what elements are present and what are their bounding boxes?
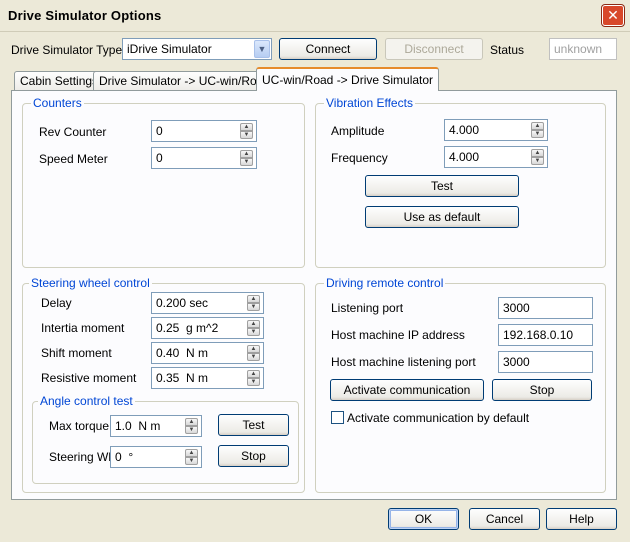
steering-wheel-spinner[interactable]: ▲ ▼ <box>185 449 198 465</box>
speed-meter-spinner[interactable]: ▲ ▼ <box>240 150 253 166</box>
simulator-type-select[interactable]: iDrive Simulator ▼ <box>122 38 272 60</box>
inertia-value: 0.25 g m^2 <box>156 321 219 335</box>
window-title: Drive Simulator Options <box>8 8 162 23</box>
resistive-moment-spinner[interactable]: ▲ ▼ <box>247 370 260 386</box>
steering-wheel-value: 0 ° <box>115 450 134 464</box>
activate-by-default-label: Activate communication by default <box>347 411 530 425</box>
counters-title: Counters <box>31 96 84 110</box>
remote-stop-button[interactable]: Stop <box>492 379 592 401</box>
spin-up-icon: ▲ <box>247 295 260 303</box>
amplitude-spinner[interactable]: ▲ ▼ <box>531 122 544 138</box>
max-torque-value: 1.0 N m <box>115 419 161 433</box>
angle-test-button[interactable]: Test <box>218 414 289 436</box>
steering-wheel-input[interactable]: 0 ° ▲ ▼ <box>110 446 202 468</box>
spin-down-icon: ▼ <box>247 353 260 361</box>
spin-up-icon: ▲ <box>185 418 198 426</box>
delay-value: 0.200 sec <box>156 296 209 310</box>
spin-down-icon: ▼ <box>247 303 260 311</box>
resistive-moment-label: Resistive moment <box>41 371 137 385</box>
tab-ucwin-to-simulator[interactable]: UC-win/Road -> Drive Simulator <box>256 67 440 91</box>
host-ip-input[interactable]: 192.168.0.10 <box>498 324 593 346</box>
spin-up-icon: ▲ <box>531 149 544 157</box>
vibration-test-button[interactable]: Test <box>365 175 519 197</box>
spin-up-icon: ▲ <box>247 320 260 328</box>
remote-control-title: Driving remote control <box>324 276 446 290</box>
rev-counter-label: Rev Counter <box>39 125 107 139</box>
rev-counter-input[interactable]: 0 ▲ ▼ <box>151 120 257 142</box>
spin-down-icon: ▼ <box>247 378 260 386</box>
shift-moment-input[interactable]: 0.40 N m ▲ ▼ <box>151 342 264 364</box>
host-port-input[interactable]: 3000 <box>498 351 593 373</box>
spin-up-icon: ▲ <box>185 449 198 457</box>
tab-simulator-to-ucwin[interactable]: Drive Simulator -> UC-win/Road <box>93 71 277 92</box>
help-button[interactable]: Help <box>546 508 617 530</box>
max-torque-label: Max torque <box>49 419 110 433</box>
vibration-title: Vibration Effects <box>324 96 415 110</box>
spin-up-icon: ▲ <box>240 123 253 131</box>
spin-down-icon: ▼ <box>247 328 260 336</box>
steering-wheel-label: Steering Whe <box>49 450 111 464</box>
tab-cabin-settings[interactable]: Cabin Settings <box>14 71 105 92</box>
simulator-type-label: Drive Simulator Type <box>11 43 123 57</box>
spin-up-icon: ▲ <box>247 370 260 378</box>
steering-title: Steering wheel control <box>29 276 152 290</box>
amplitude-label: Amplitude <box>331 124 385 138</box>
delay-label: Delay <box>41 296 72 310</box>
speed-meter-value: 0 <box>156 151 163 165</box>
delay-spinner[interactable]: ▲ ▼ <box>247 295 260 311</box>
amplitude-value: 4.000 <box>449 123 480 137</box>
frequency-label: Frequency <box>331 151 388 165</box>
spin-down-icon: ▼ <box>240 158 253 166</box>
resistive-moment-value: 0.35 N m <box>156 371 209 385</box>
inertia-label: Intertia moment <box>41 321 125 335</box>
inertia-input[interactable]: 0.25 g m^2 ▲ ▼ <box>151 317 264 339</box>
frequency-spinner[interactable]: ▲ ▼ <box>531 149 544 165</box>
rev-counter-value: 0 <box>156 124 163 138</box>
shift-moment-label: Shift moment <box>41 346 112 360</box>
close-icon: ✕ <box>607 7 619 23</box>
rev-counter-spinner[interactable]: ▲ ▼ <box>240 123 253 139</box>
connect-button[interactable]: Connect <box>279 38 377 60</box>
disconnect-button[interactable]: Disconnect <box>385 38 483 60</box>
frequency-input[interactable]: 4.000 ▲ ▼ <box>444 146 548 168</box>
angle-control-title: Angle control test <box>38 394 135 408</box>
ok-button[interactable]: OK <box>388 508 459 530</box>
spin-up-icon: ▲ <box>240 150 253 158</box>
amplitude-input[interactable]: 4.000 ▲ ▼ <box>444 119 548 141</box>
status-field: unknown <box>549 38 617 60</box>
host-ip-label: Host machine IP address <box>331 328 465 342</box>
chevron-down-icon[interactable]: ▼ <box>254 40 270 58</box>
spin-down-icon: ▼ <box>240 131 253 139</box>
status-label: Status <box>490 43 525 57</box>
frequency-value: 4.000 <box>449 150 480 164</box>
spin-down-icon: ▼ <box>185 426 198 434</box>
host-port-label: Host machine listening port <box>331 355 476 369</box>
spin-up-icon: ▲ <box>531 122 544 130</box>
close-button[interactable]: ✕ <box>602 5 624 26</box>
spin-down-icon: ▼ <box>531 130 544 138</box>
listening-port-input[interactable]: 3000 <box>498 297 593 319</box>
activate-by-default-checkbox[interactable] <box>331 411 344 424</box>
max-torque-spinner[interactable]: ▲ ▼ <box>185 418 198 434</box>
spin-down-icon: ▼ <box>531 157 544 165</box>
simulator-type-value: iDrive Simulator <box>127 42 212 56</box>
speed-meter-input[interactable]: 0 ▲ ▼ <box>151 147 257 169</box>
speed-meter-label: Speed Meter <box>39 152 108 166</box>
use-as-default-button[interactable]: Use as default <box>365 206 519 228</box>
shift-moment-value: 0.40 N m <box>156 346 209 360</box>
listening-port-label: Listening port <box>331 301 404 315</box>
spin-up-icon: ▲ <box>247 345 260 353</box>
angle-stop-button[interactable]: Stop <box>218 445 289 467</box>
cancel-button[interactable]: Cancel <box>469 508 540 530</box>
inertia-spinner[interactable]: ▲ ▼ <box>247 320 260 336</box>
spin-down-icon: ▼ <box>185 457 198 465</box>
resistive-moment-input[interactable]: 0.35 N m ▲ ▼ <box>151 367 264 389</box>
shift-moment-spinner[interactable]: ▲ ▼ <box>247 345 260 361</box>
max-torque-input[interactable]: 1.0 N m ▲ ▼ <box>110 415 202 437</box>
delay-input[interactable]: 0.200 sec ▲ ▼ <box>151 292 264 314</box>
activate-communication-button[interactable]: Activate communication <box>330 379 484 401</box>
